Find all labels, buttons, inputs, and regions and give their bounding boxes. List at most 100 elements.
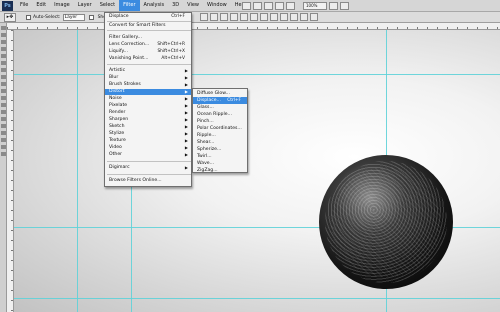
filter-submenu-stylize[interactable]: Stylize ▶ — [105, 131, 191, 137]
distort-item[interactable]: Shear... — [193, 139, 247, 146]
filter-submenu-blur[interactable]: Blur ▶ — [105, 75, 191, 81]
filter-menu-item[interactable]: Liquify... Shift+Ctrl+X — [105, 49, 191, 55]
mini-bridge-icon[interactable] — [253, 2, 262, 10]
stamp-tool-icon[interactable] — [0, 82, 6, 86]
type-tool-icon[interactable] — [0, 124, 6, 128]
document-canvas[interactable] — [14, 30, 500, 312]
marquee-tool-icon[interactable] — [0, 33, 6, 37]
view-extras-icon[interactable] — [264, 2, 273, 10]
move-tool-icon[interactable]: ▸✥ — [4, 12, 16, 22]
browse-filters-online[interactable]: Browse Filters Online... — [105, 178, 191, 184]
menu-bar: Ps File Edit Image Layer Select Filter A… — [0, 0, 500, 12]
path-select-tool-icon[interactable] — [0, 131, 6, 135]
menu-separator — [107, 161, 191, 162]
filter-submenu-pixelate[interactable]: Pixelate ▶ — [105, 103, 191, 109]
filter-submenu-digimarc[interactable]: Digimarc ▶ — [105, 165, 191, 171]
arrange-documents-icon[interactable] — [329, 2, 338, 10]
distort-item[interactable]: Ripple... — [193, 132, 247, 139]
vertical-ruler[interactable] — [7, 30, 14, 312]
zoom-tool-icon[interactable] — [286, 2, 295, 10]
pen-tool-icon[interactable] — [0, 117, 6, 121]
hand-tool-icon[interactable] — [0, 145, 6, 149]
bridge-icon[interactable] — [242, 2, 251, 10]
align-bottom-icon[interactable] — [220, 13, 228, 21]
filter-submenu-video[interactable]: Video ▶ — [105, 145, 191, 151]
textured-sphere — [319, 155, 453, 289]
menu-select[interactable]: Select — [96, 0, 119, 11]
align-left-icon[interactable] — [230, 13, 238, 21]
menu-view[interactable]: View — [183, 0, 203, 11]
align-right-icon[interactable] — [250, 13, 258, 21]
eyedropper-tool-icon[interactable] — [0, 61, 6, 65]
filter-menu-item[interactable]: Filter Gallery... — [105, 35, 191, 41]
hand-tool-icon[interactable] — [275, 2, 284, 10]
menu-layer[interactable]: Layer — [74, 0, 96, 11]
guide-vertical[interactable] — [77, 30, 78, 312]
filter-submenu-noise[interactable]: Noise ▶ — [105, 96, 191, 102]
distort-item[interactable]: Polar Coordinates... — [193, 125, 247, 132]
zoom-level-select[interactable]: 100% — [303, 2, 327, 10]
lasso-tool-icon[interactable] — [0, 40, 6, 44]
align-middle-icon[interactable] — [210, 13, 218, 21]
auto-select-checkbox[interactable] — [26, 14, 31, 20]
eraser-tool-icon[interactable] — [0, 96, 6, 100]
distort-item[interactable]: ZigZag... — [193, 167, 247, 174]
distribute-bottom-icon[interactable] — [280, 13, 288, 21]
align-center-icon[interactable] — [240, 13, 248, 21]
filter-submenu-sketch[interactable]: Sketch ▶ — [105, 124, 191, 130]
distribute-center-icon[interactable] — [300, 13, 308, 21]
guide-horizontal[interactable] — [14, 298, 500, 299]
healing-tool-icon[interactable] — [0, 68, 6, 72]
distort-item[interactable]: Spherize... — [193, 146, 247, 153]
tools-panel — [0, 23, 7, 312]
menu-separator — [107, 21, 191, 22]
filter-submenu-artistic[interactable]: Artistic ▶ — [105, 68, 191, 74]
show-transform-checkbox[interactable] — [88, 14, 94, 20]
menu-analysis[interactable]: Analysis — [140, 0, 169, 11]
menu-filter[interactable]: Filter — [119, 0, 140, 11]
filter-submenu-brush-strokes[interactable]: Brush Strokes ▶ — [105, 82, 191, 88]
distort-item[interactable]: Diffuse Glow... — [193, 90, 247, 97]
filter-submenu-distort[interactable]: Distort ▶ — [105, 89, 191, 95]
menu-3d[interactable]: 3D — [168, 0, 183, 11]
brush-tool-icon[interactable] — [0, 75, 6, 79]
distribute-right-icon[interactable] — [310, 13, 318, 21]
filter-submenu-texture[interactable]: Texture ▶ — [105, 138, 191, 144]
align-top-icon[interactable] — [200, 13, 208, 21]
distort-item[interactable]: Ocean Ripple... — [193, 111, 247, 118]
quick-select-tool-icon[interactable] — [0, 47, 6, 51]
guide-horizontal[interactable] — [14, 74, 500, 75]
shape-tool-icon[interactable] — [0, 138, 6, 142]
screen-mode-icon[interactable] — [340, 2, 349, 10]
crop-tool-icon[interactable] — [0, 54, 6, 58]
filter-menu-item[interactable]: Convert for Smart Filters — [105, 23, 191, 29]
distort-item[interactable]: Pinch... — [193, 118, 247, 125]
move-tool-icon[interactable] — [0, 26, 6, 30]
auto-select-dropdown[interactable]: Layer — [62, 13, 85, 21]
menu-window[interactable]: Window — [203, 0, 231, 11]
menu-file[interactable]: File — [16, 0, 32, 11]
filter-submenu-sharpen[interactable]: Sharpen ▶ — [105, 117, 191, 123]
gradient-tool-icon[interactable] — [0, 103, 6, 107]
distribute-middle-icon[interactable] — [270, 13, 278, 21]
distort-item-displace[interactable]: Displace... Ctrl+F — [193, 97, 247, 104]
dodge-tool-icon[interactable] — [0, 110, 6, 114]
horizontal-ruler[interactable] — [7, 23, 500, 30]
filter-menu-item[interactable]: Lens Correction... Shift+Ctrl+R — [105, 42, 191, 48]
align-distribute-icons — [200, 13, 318, 21]
filter-menu-item[interactable]: Displace Ctrl+F — [105, 14, 191, 20]
filter-submenu-other[interactable]: Other ▶ — [105, 152, 191, 158]
distribute-left-icon[interactable] — [290, 13, 298, 21]
distort-item[interactable]: Glass... — [193, 104, 247, 111]
menu-edit[interactable]: Edit — [32, 0, 50, 11]
history-brush-tool-icon[interactable] — [0, 89, 6, 93]
filter-menu-item[interactable]: Vanishing Point... Alt+Ctrl+V — [105, 56, 191, 62]
submenu-arrow-icon: ▶ — [184, 124, 188, 129]
zoom-tool-icon[interactable] — [0, 152, 6, 156]
distort-item[interactable]: Twirl... — [193, 153, 247, 160]
app-bar-tools: 100% — [242, 1, 349, 11]
filter-submenu-render[interactable]: Render ▶ — [105, 110, 191, 116]
menu-image[interactable]: Image — [50, 0, 74, 11]
distort-item[interactable]: Wave... — [193, 160, 247, 167]
distribute-top-icon[interactable] — [260, 13, 268, 21]
